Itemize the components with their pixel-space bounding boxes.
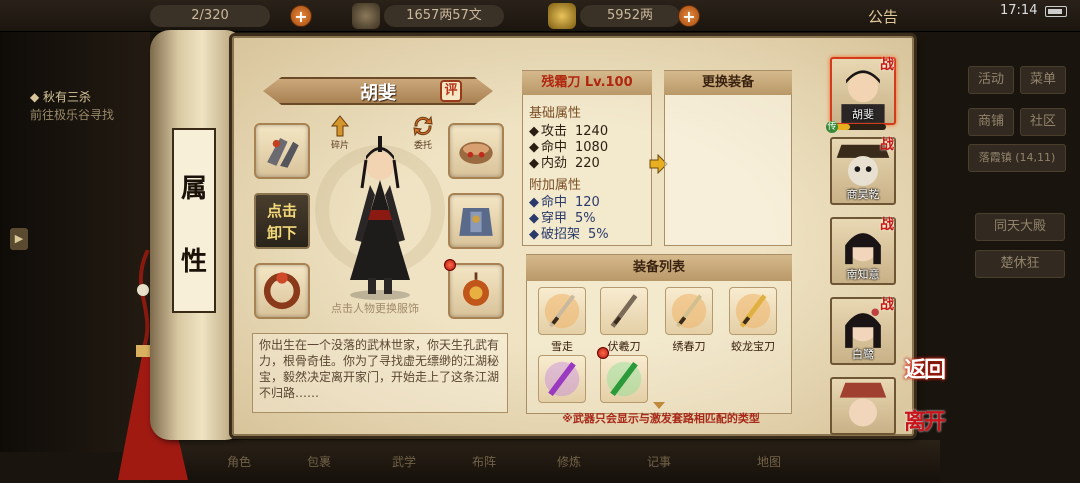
scroll-char-1: 属 xyxy=(180,174,207,204)
portrait-icon xyxy=(839,382,887,427)
battery-icon xyxy=(1045,6,1067,17)
change-outfit-hint: 点击人物更换服饰 xyxy=(331,302,419,315)
delegate-button[interactable]: 委托 xyxy=(403,114,443,151)
dock-item-train[interactable]: 修炼 xyxy=(540,444,598,480)
equipment-list-title: 装备列表 xyxy=(526,255,792,281)
expand-left-arrow-icon[interactable]: ▶ xyxy=(10,228,28,250)
unequip-button[interactable]: 点击 卸下 xyxy=(254,193,310,249)
attribute-scroll-label: 属 性 xyxy=(172,128,216,313)
hero-description: 你出生在一个没落的武林世家，你天生孔武有力，根骨奇佳。你为了寻找虚无缥缈的江湖秘… xyxy=(252,333,508,413)
top-status-bar: 2/320 + 1657两57文 5952两 + 公告 17:14 xyxy=(0,0,1080,32)
equip-item-label: 绣春刀 xyxy=(672,340,706,353)
fragment-label: 碎片 xyxy=(330,141,349,151)
shop-button[interactable]: 商铺 xyxy=(968,108,1014,136)
equip-item[interactable] xyxy=(600,355,648,403)
dock-item-journal[interactable]: 记事 xyxy=(630,444,688,480)
blade-icon xyxy=(544,361,580,397)
hero-character-figure[interactable] xyxy=(330,130,430,300)
sword-icon xyxy=(735,293,771,329)
location-display: 落霞镇 (14,11) xyxy=(968,144,1066,172)
unequip-label-2: 卸下 xyxy=(266,224,297,242)
amulet-icon xyxy=(463,272,489,306)
quest-desc: 前往极乐谷寻找 xyxy=(30,108,115,122)
scroll-down-icon[interactable] xyxy=(653,402,665,409)
roster-card[interactable] xyxy=(830,377,896,435)
location-name: 落霞镇 xyxy=(978,151,1012,164)
location-coords: (14,11) xyxy=(1015,151,1056,164)
scroll-char-2: 性 xyxy=(180,247,207,277)
back-button[interactable]: 返回 xyxy=(904,352,950,384)
review-button[interactable]: 评 xyxy=(440,80,462,102)
level-tag: 传 xyxy=(826,121,838,133)
stat-name: 内劲 xyxy=(541,156,568,171)
sword-icon xyxy=(671,293,707,329)
equip-item[interactable] xyxy=(600,287,648,335)
nav-button-1[interactable]: 同天大殿 xyxy=(975,213,1065,241)
stat-name: 破招架 xyxy=(541,227,581,242)
replace-equipment-panel[interactable] xyxy=(664,70,792,246)
weapon-title: 残霜刀 Lv.100 xyxy=(522,71,652,95)
base-attr-header: 基础属性 xyxy=(529,106,582,121)
blade-icon xyxy=(606,361,642,397)
silver-ingot-icon xyxy=(548,3,576,29)
dock-item-role[interactable]: 角色 xyxy=(210,444,268,480)
equipment-list-note: ※武器只会显示与激发套路相匹配的类型 xyxy=(562,412,760,425)
nav-button-2[interactable]: 楚休狂 xyxy=(975,250,1065,278)
amulet-slot[interactable] xyxy=(448,263,504,319)
helmet-icon xyxy=(459,141,493,164)
roster-name: 白鹭 xyxy=(852,348,874,361)
armor-slot[interactable] xyxy=(448,193,504,249)
dock-item-formation[interactable]: 布阵 xyxy=(455,444,513,480)
menu-button[interactable]: 菜单 xyxy=(1020,66,1066,94)
sword-icon xyxy=(610,294,638,328)
stat-value: 5% xyxy=(588,227,609,242)
equip-item[interactable] xyxy=(538,355,586,403)
up-arrow-icon xyxy=(330,115,350,137)
roster-name: 南知意 xyxy=(846,268,880,281)
battle-badge: 战 xyxy=(880,57,894,73)
stat-value: 220 xyxy=(575,156,600,171)
bracer-slot[interactable] xyxy=(254,123,310,179)
add-silver-button[interactable]: + xyxy=(678,5,700,27)
equip-item-label: 雪走 xyxy=(551,340,573,353)
equip-item[interactable] xyxy=(729,287,777,335)
replace-equipment-title: 更换装备 xyxy=(664,71,792,95)
capacity-display: 2/320 xyxy=(150,5,270,27)
quest-tracker[interactable]: ◆ 秋有三杀 前往极乐谷寻找 xyxy=(30,88,150,124)
battle-badge: 战 xyxy=(880,137,894,153)
equip-item-label: 蛟龙宝刀 xyxy=(731,340,775,353)
add-capacity-button[interactable]: + xyxy=(290,5,312,27)
extra-stat-row: ◆ 破招架 5% xyxy=(529,227,609,242)
activity-button[interactable]: 活动 xyxy=(968,66,1014,94)
equip-item[interactable] xyxy=(665,287,713,335)
announcement-button[interactable]: 公告 xyxy=(868,6,898,27)
notification-dot xyxy=(444,259,456,271)
armor-icon xyxy=(459,208,493,236)
cycle-arrows-icon xyxy=(413,115,433,137)
delegate-label: 委托 xyxy=(413,141,432,151)
dock-item-bag[interactable]: 包裹 xyxy=(290,444,348,480)
roster-name: 胡斐 xyxy=(852,108,874,121)
dock-item-map[interactable]: 地图 xyxy=(740,444,798,480)
leave-button[interactable]: 离开 xyxy=(904,404,950,436)
fragment-button[interactable]: 碎片 xyxy=(320,114,360,151)
silver-display: 5952两 xyxy=(580,5,680,27)
battle-badge: 战 xyxy=(880,297,894,313)
equip-item[interactable] xyxy=(538,287,586,335)
community-button[interactable]: 社区 xyxy=(1020,108,1066,136)
helmet-slot[interactable] xyxy=(448,123,504,179)
clock: 17:14 xyxy=(1000,3,1038,18)
quest-title: ◆ 秋有三杀 xyxy=(30,90,92,104)
base-stat-row: ◆ 内劲 220 xyxy=(529,156,600,171)
copper-display: 1657两57文 xyxy=(384,5,504,27)
unequip-label-1: 点击 xyxy=(266,202,297,220)
sword-icon xyxy=(544,293,580,329)
battle-badge: 战 xyxy=(880,217,894,233)
roster-name: 商昊乾 xyxy=(846,188,880,201)
notification-dot xyxy=(597,347,609,359)
bracer-icon xyxy=(267,138,299,168)
copper-coin-icon xyxy=(352,3,380,29)
dock-item-martial[interactable]: 武学 xyxy=(375,444,433,480)
